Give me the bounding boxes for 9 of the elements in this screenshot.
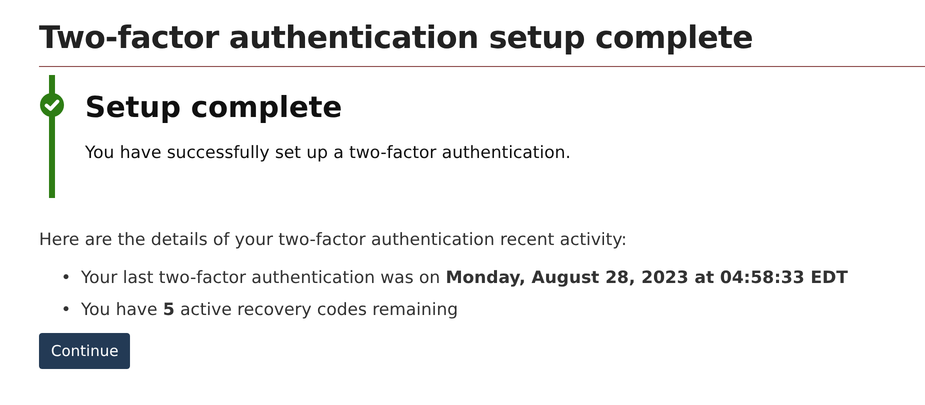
detail-item: You have 5 active recovery codes remaining	[81, 299, 458, 322]
alert-heading: Setup complete	[85, 89, 344, 126]
details-intro: Here are the details of your two-factor authentication recent activity:	[39, 229, 628, 252]
continue-button[interactable]: Continue	[39, 333, 130, 369]
page-title: Two-factor authentication setup complete	[39, 19, 754, 58]
alert-message: You have successfully set up a two-factor authentication.	[85, 142, 571, 165]
bullet: •	[61, 267, 72, 290]
bullet: •	[61, 299, 72, 322]
detail-item: Your last two-factor authentication was on Monday, August 28, 2023 at 04:58:33 EDT	[81, 267, 848, 290]
